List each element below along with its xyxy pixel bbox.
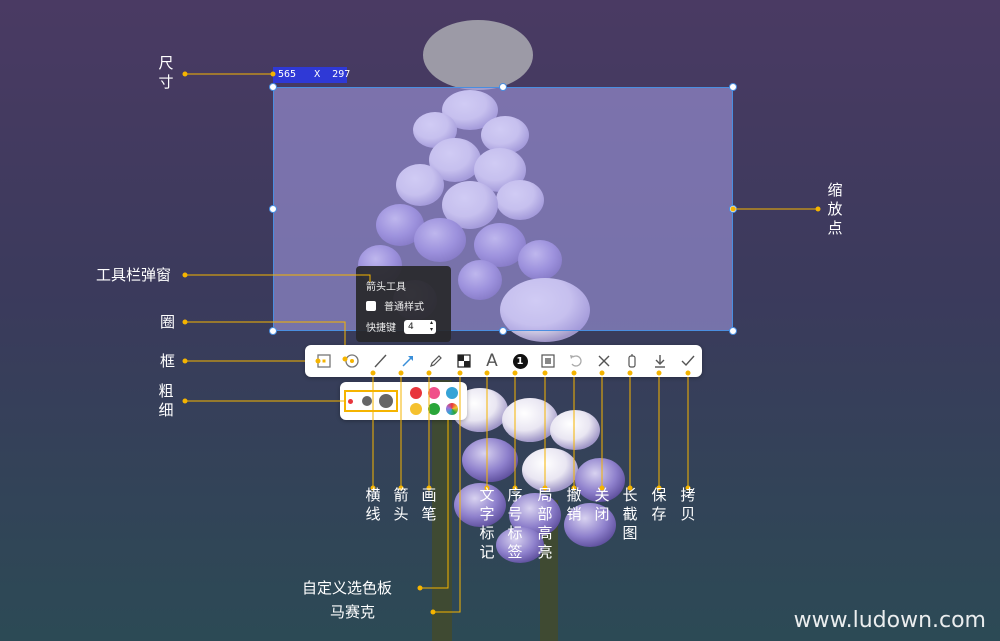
label-zoom-point: 缩放点	[827, 181, 843, 237]
label-copy: 拷贝	[680, 486, 696, 523]
label-close: 关闭	[594, 486, 610, 523]
label-circle: 圈	[160, 313, 176, 331]
label-number-tag: 序号标签	[507, 486, 523, 561]
label-thickness: 粗细	[158, 382, 174, 419]
label-save: 保存	[651, 486, 667, 523]
label-pen: 画笔	[421, 486, 437, 523]
label-toolbar-popup: 工具栏弹窗	[96, 266, 172, 284]
label-size: 尺寸	[158, 54, 174, 91]
label-undo: 撤销	[566, 486, 582, 523]
callout-lines	[182, 71, 821, 615]
label-arrow: 箭头	[393, 486, 409, 523]
label-text-mark: 文字标记	[479, 486, 495, 561]
label-custom-palette: 自定义选色板	[302, 579, 393, 597]
watermark: www.ludown.com	[793, 608, 986, 633]
label-line: 横线	[365, 486, 381, 523]
label-mosaic: 马赛克	[330, 603, 376, 621]
label-long-screenshot: 长截图	[622, 486, 638, 542]
label-local-highlight: 局部高亮	[537, 486, 553, 561]
label-frame: 框	[160, 352, 176, 370]
